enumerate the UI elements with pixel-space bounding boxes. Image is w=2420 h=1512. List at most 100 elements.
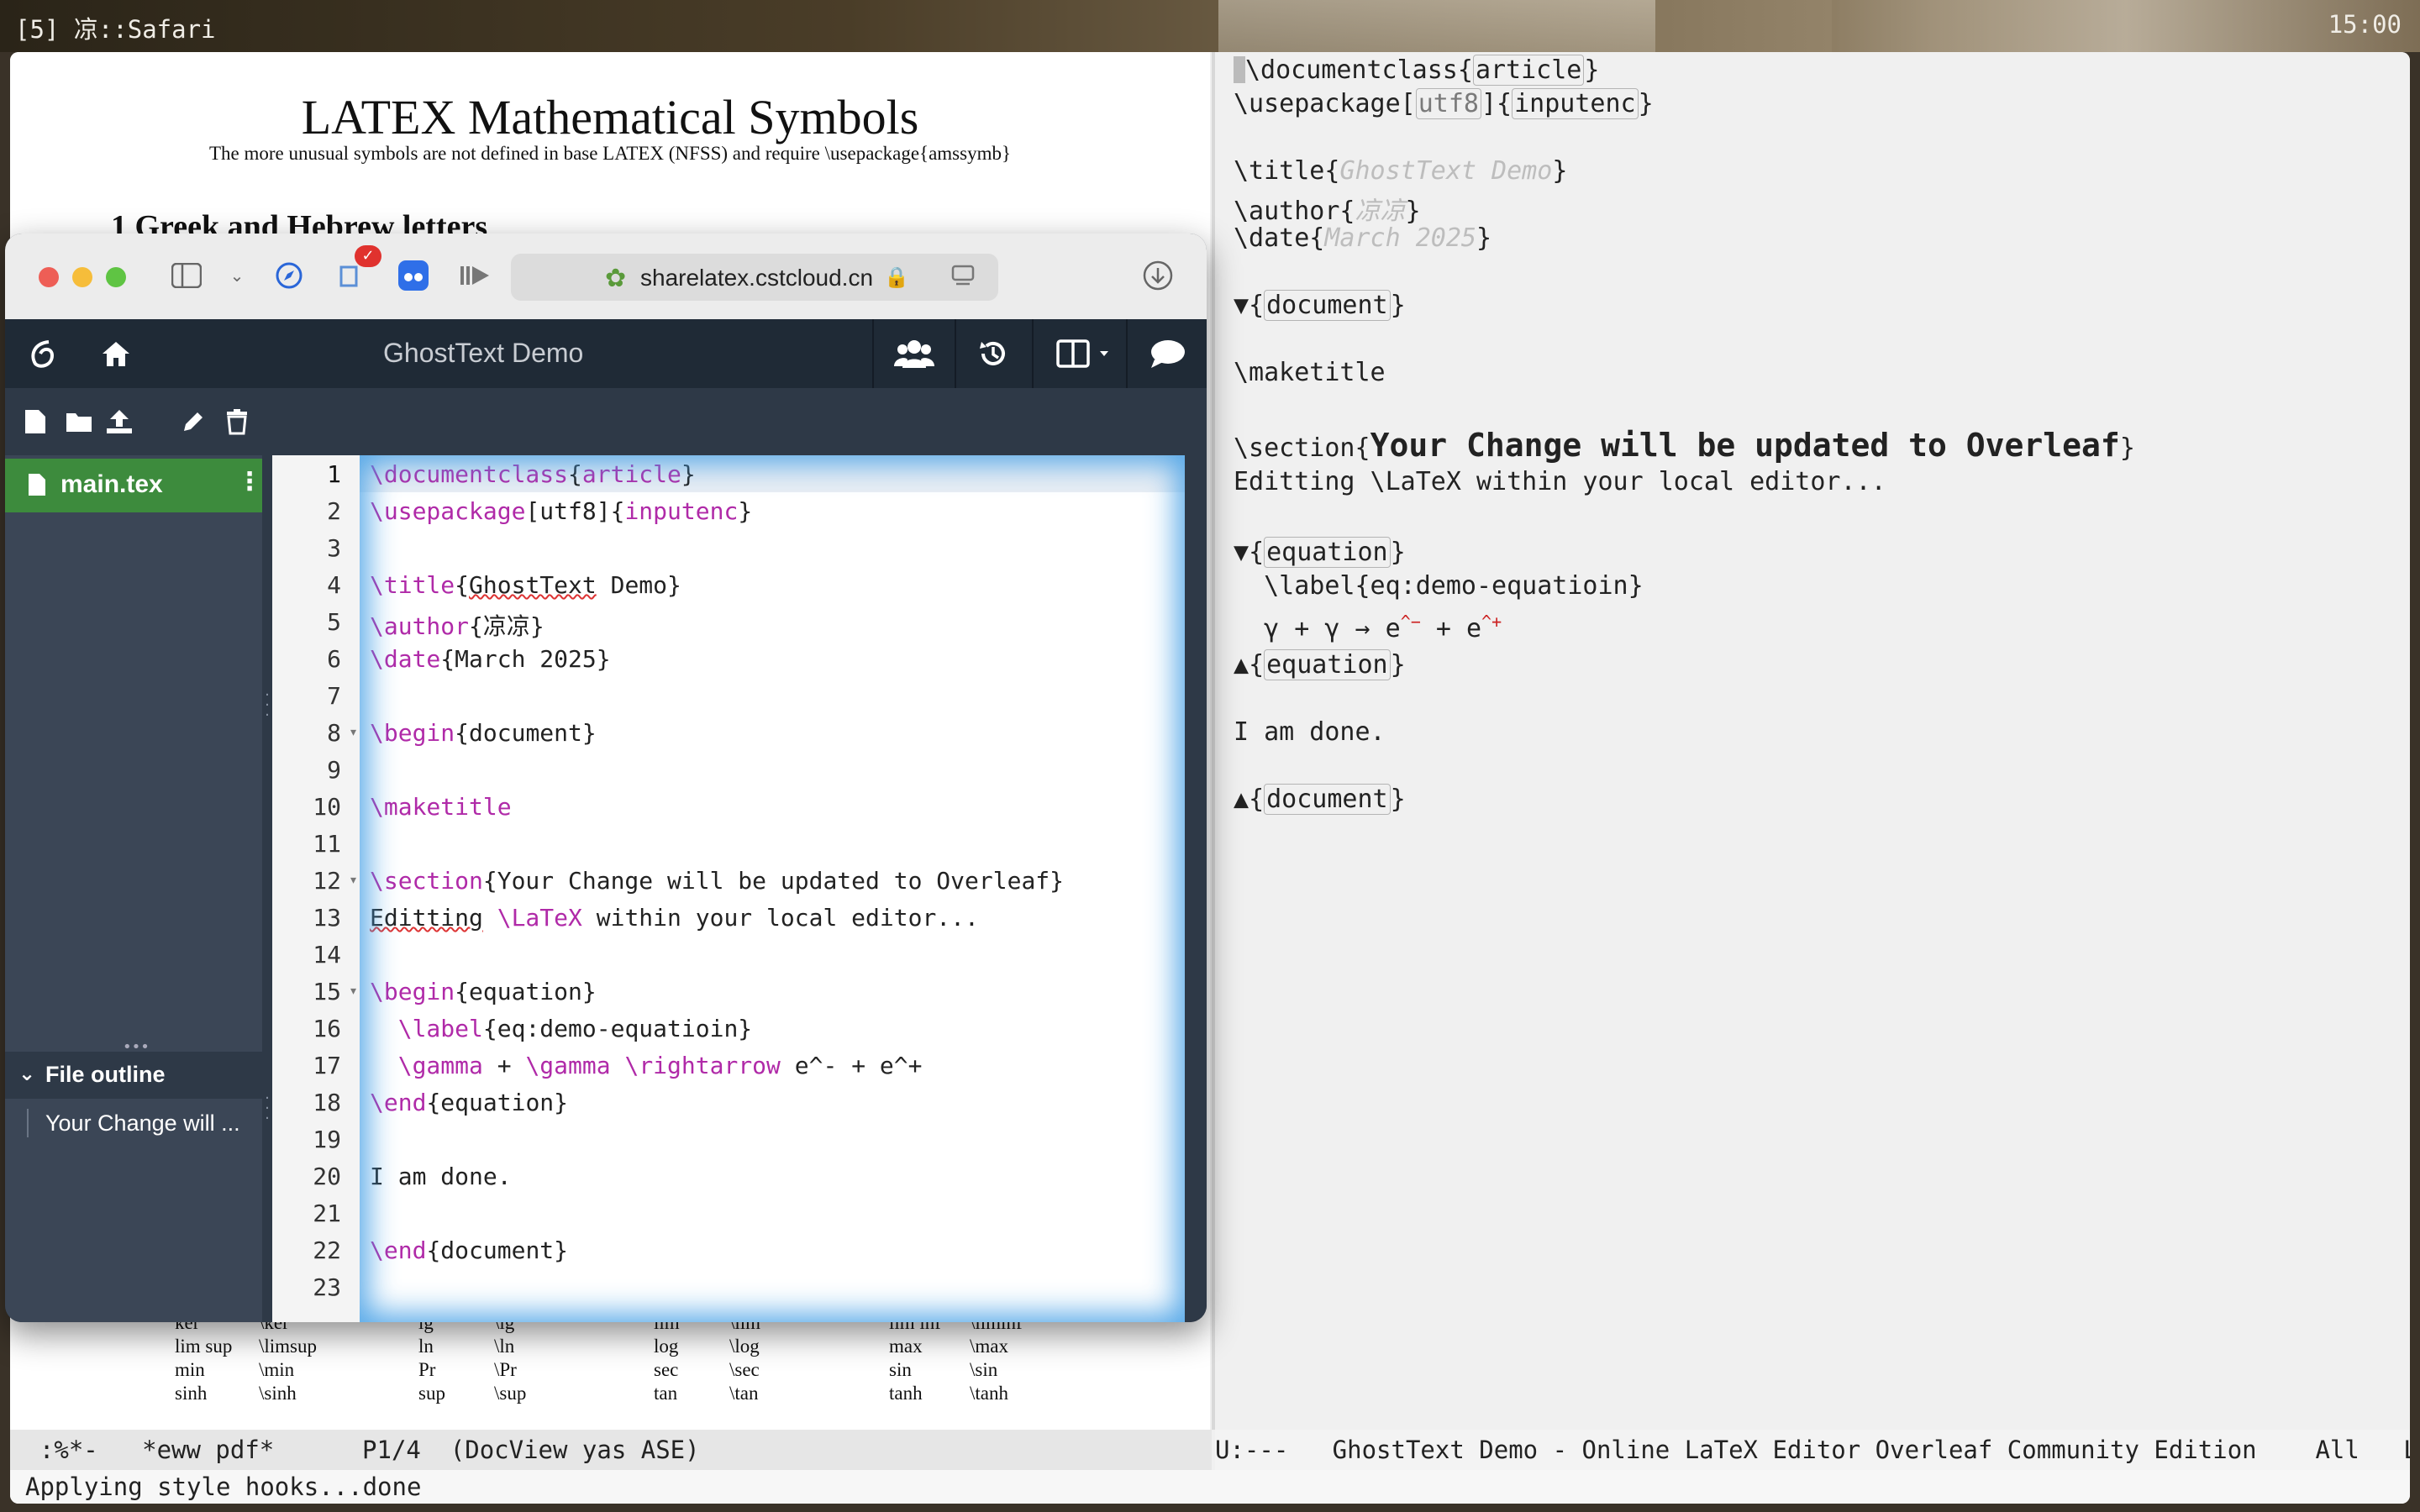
pdf-table-cell: \max [970,1336,1008,1357]
line-number: 2 [327,497,341,525]
site-logo-icon: ✿ [605,264,627,293]
line-number: 6 [327,645,341,673]
file-item-main-tex[interactable]: main.tex ⋮ [5,459,262,512]
fold-open-icon: ▼ [1234,538,1249,567]
pdf-table-cell: lim sup [175,1336,233,1357]
pdf-table-cell: sinh [175,1383,208,1404]
line-number: 17 [313,1052,341,1079]
pdf-table-cell: \sup [494,1383,527,1404]
line-number: 1 [327,460,341,488]
history-icon[interactable] [975,336,1012,371]
fold-toggle-icon[interactable]: ▾ [350,984,356,998]
source-line: \usepackage[utf8]{inputenc} [1234,88,1654,119]
code-line: \begin{equation} [370,978,597,1005]
safari-toolbar: ⌄ ✓ ✿ sharelatex.cstcloud.cn 🔒 [5,234,1207,320]
pdf-table-cell: \Pr [494,1359,517,1380]
new-folder-icon[interactable] [64,407,94,437]
home-icon[interactable] [97,336,134,371]
chat-icon[interactable] [1148,336,1188,371]
fold-begin-document[interactable]: ▼{document} [1234,290,1406,321]
code-line: \gamma + \gamma \rightarrow e^- + e^+ [397,1052,923,1079]
echo-area: Applying style hooks...done [10,1470,2410,1504]
pdf-table-cell: sec [654,1359,679,1380]
chevron-down-icon[interactable]: ⌄ [220,259,254,292]
sidebar-toggle-icon[interactable] [170,259,203,292]
clock: 15:00 [2328,10,2402,39]
line-number: 19 [313,1126,341,1153]
fold-open-icon: ▼ [1234,291,1249,320]
code-line: \title{GhostText Demo} [370,571,681,599]
pdf-table-cell: \limsup [259,1336,318,1357]
outline-item-label: Your Change will ... [45,1110,240,1136]
code-line: Editting \LaTeX within your local editor… [370,904,979,932]
code-line: \author{凉凉} [370,612,544,640]
pdf-table-cell: \min [259,1359,295,1380]
overleaf-header: GhostText Demo [5,319,1207,388]
file-menu-icon[interactable]: ⋮ [237,467,262,496]
upload-icon[interactable] [104,407,134,437]
line-number: 18 [313,1089,341,1116]
code-editor[interactable]: 1 2 3 4 5 6 7 8 ▾ 9 10 11 12 ▾ 13 14 15 ▾ 16 17 18 19 20 21 22 23… [272,455,1185,1322]
source-line-section: \section{Your Change will be updated to … [1234,427,2135,464]
line-number: 5 [327,608,341,636]
share-users-icon[interactable] [892,336,936,371]
zoom-window-button[interactable] [106,267,126,287]
code-line: I am done. [370,1163,512,1190]
fold-end-document[interactable]: ▲{document} [1234,784,1406,815]
compass-icon[interactable] [272,259,306,292]
line-number: 14 [313,941,341,969]
rename-pencil-icon[interactable] [178,407,208,437]
pdf-table-row: sinh \sinh sup \sup tan \tan tanh \tanh [175,1383,1087,1406]
pdf-table-cell: max [889,1336,923,1357]
layout-icon[interactable] [1052,336,1119,371]
downloads-icon[interactable] [1141,259,1175,292]
line-number: 16 [313,1015,341,1042]
fold-begin-equation[interactable]: ▼{equation} [1234,537,1406,568]
source-line: I am done. [1234,717,1386,747]
pdf-table-cell: \log [729,1336,760,1357]
line-number: 4 [327,571,341,599]
fold-end-equation[interactable]: ▲{equation} [1234,649,1406,680]
line-number: 12 [313,867,341,895]
pdf-table-cell: \tanh [970,1383,1008,1404]
source-line: \documentclass{article} [1234,55,1599,86]
modeline-right: U:--- GhostText Demo - Online LaTeX Edit… [1215,1430,2410,1470]
ghosttext-icon[interactable] [397,259,430,292]
line-number: 23 [313,1273,341,1301]
pdf-table-cell: sin [889,1359,912,1380]
minimize-window-button[interactable] [72,267,92,287]
file-tree-panel: main.tex ⋮ ••• ⌄ File outline Your Chang… [5,388,262,1322]
pdf-table-cell: \sec [729,1359,760,1380]
play-icon[interactable] [459,259,492,292]
delete-trash-icon[interactable] [222,407,252,437]
overleaf-logo-icon[interactable] [24,336,60,371]
reader-icon[interactable] [951,264,975,291]
line-number: 11 [313,830,341,858]
code-line: \end{document} [370,1236,569,1264]
workspace-title: [5] 凉::Safari [15,15,216,44]
new-file-icon[interactable] [20,407,50,437]
fold-toggle-icon[interactable]: ▾ [350,874,356,887]
wallpaper-fragment [1218,0,1655,52]
address-bar[interactable]: ✿ sharelatex.cstcloud.cn 🔒 [511,254,998,301]
outline-item[interactable]: Your Change will ... [5,1100,262,1147]
pdf-table-row: min \min Pr \Pr sec \sec sin \sin [175,1359,1087,1383]
text-cursor [1234,56,1245,83]
source-line: \label{eq:demo-equatioin} [1234,571,1644,601]
pdf-subtitle: The more unusual symbols are not defined… [209,143,1011,164]
file-outline-header[interactable]: ⌄ File outline [5,1052,262,1099]
modeline-left: :%*- *eww pdf* P1/4 (DocView yas ASE) [10,1430,1212,1470]
close-window-button[interactable] [39,267,59,287]
fold-close-icon: ▲ [1234,650,1249,680]
pdf-table-cell: \tan [729,1383,759,1404]
pdf-table-cell: \sin [970,1359,998,1380]
latex-source-buffer[interactable]: \documentclass{article} \usepackage[utf8… [1215,52,2410,1430]
panel-splitter[interactable]: · · · · · · [262,388,272,1322]
code-line: \date{March 2025} [370,645,611,673]
overleaf-editor-area: main.tex ⋮ ••• ⌄ File outline Your Chang… [5,388,1207,1322]
file-outline-label: File outline [45,1062,166,1087]
safari-window[interactable]: ⌄ ✓ ✿ sharelatex.cstcloud.cn 🔒 GhostText… [5,234,1207,1322]
pdf-table-cell: min [175,1359,205,1380]
line-number: 15 [313,978,341,1005]
fold-toggle-icon[interactable]: ▾ [350,726,356,739]
